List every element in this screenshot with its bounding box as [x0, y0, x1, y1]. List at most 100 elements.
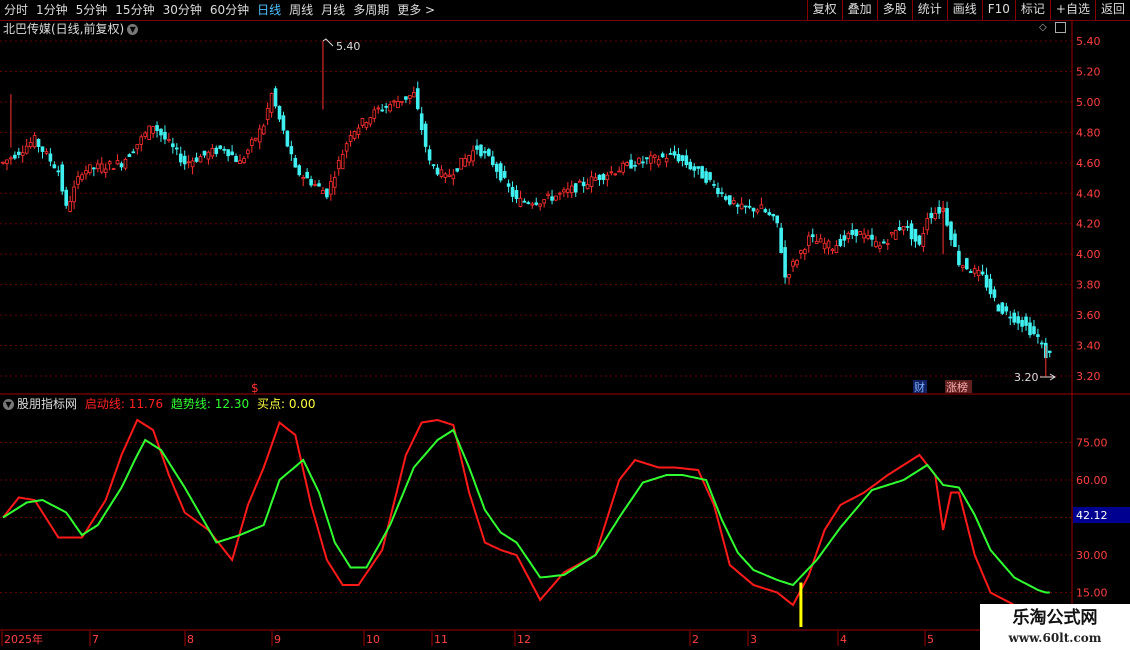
candle-body: [139, 136, 144, 145]
candle-body: [400, 100, 404, 103]
candle-body: [538, 203, 542, 207]
candle-body: [787, 274, 791, 279]
candle-body: [826, 240, 831, 249]
candle-body: [427, 149, 432, 161]
time-label: 8: [187, 633, 194, 646]
candle-body: [68, 200, 72, 212]
candle-body: [494, 163, 499, 172]
candle-body: [550, 196, 554, 201]
candle-body: [893, 230, 898, 240]
candle-body: [182, 155, 187, 165]
candle-body: [870, 234, 874, 240]
candle-body: [135, 144, 140, 150]
candle-body: [664, 158, 669, 163]
candle-body: [305, 171, 309, 179]
candle-body: [882, 241, 886, 244]
candle-body: [728, 195, 732, 205]
candle-body: [431, 164, 436, 167]
candle-body: [423, 123, 428, 147]
candle-body: [810, 234, 815, 238]
candle-body: [609, 171, 614, 174]
candle-body: [652, 154, 657, 159]
candle-body: [13, 154, 17, 159]
candle-body: [696, 166, 700, 169]
badge-cai: 财: [914, 380, 925, 394]
candle-body: [48, 153, 53, 162]
candle-body: [178, 153, 183, 163]
candle-body: [700, 166, 704, 179]
candle-body: [475, 145, 479, 150]
candle-body: [862, 233, 866, 239]
candle-body: [384, 106, 388, 108]
indicator-axis: 75.0060.0045.0030.0015.0042.12: [1073, 437, 1130, 600]
candle-body: [720, 192, 724, 195]
candle-body: [992, 289, 997, 298]
candle-body: [597, 174, 602, 181]
candle-body: [526, 202, 531, 204]
candle-body: [558, 192, 562, 195]
candle-body: [1040, 342, 1044, 345]
indicator-lines: [2, 418, 1050, 627]
candle-body: [419, 113, 424, 130]
candle-body: [277, 105, 282, 120]
candle-body: [131, 151, 136, 154]
candle-body: [443, 173, 448, 178]
candle-body: [909, 223, 914, 240]
candle-body: [325, 188, 329, 198]
candle-body: [115, 160, 120, 165]
candle-body: [649, 155, 653, 164]
candle-body: [763, 209, 768, 213]
candle-body: [289, 146, 294, 155]
candle-body: [767, 212, 772, 216]
candle-body: [222, 148, 227, 151]
candle-body: [735, 204, 740, 207]
candle-body: [5, 159, 9, 164]
candle-body: [234, 155, 238, 162]
candle-body: [822, 242, 827, 250]
price-tick-label: 4.00: [1076, 248, 1101, 261]
price-axis: 5.40 5.20 5.00 4.80 4.60 4.40 4.20 4.00 3.80 3.60…: [1076, 35, 1101, 383]
candle-body: [968, 271, 973, 273]
candle-body: [210, 148, 215, 157]
candle-body: [585, 184, 590, 190]
candle-body: [455, 168, 460, 172]
candle-body: [889, 231, 894, 235]
candle-body: [72, 186, 76, 203]
candle-body: [897, 227, 902, 231]
price-tick-label: 4.20: [1076, 218, 1101, 231]
candle-body: [490, 156, 495, 166]
candle-body: [1016, 316, 1020, 324]
indicator-tick-label: 60.00: [1076, 474, 1108, 487]
high-marker-arrow: [322, 38, 334, 47]
candle-body: [1024, 316, 1028, 326]
candle-body: [364, 122, 369, 129]
candle-body: [238, 160, 242, 164]
candle-body: [257, 128, 262, 143]
candle-body: [858, 231, 862, 235]
candle-body: [976, 270, 981, 276]
candle-body: [617, 170, 621, 173]
candle-body: [530, 203, 535, 206]
candle-body: [921, 233, 926, 247]
candle-body: [945, 208, 949, 226]
candle-body: [415, 88, 420, 110]
candle-body: [854, 229, 858, 237]
candle-body: [483, 150, 487, 154]
candle-body: [1028, 322, 1032, 336]
price-tick-label: 4.80: [1076, 126, 1101, 139]
candle-body: [692, 166, 697, 171]
candle-body: [265, 108, 270, 121]
candle-body: [143, 132, 148, 137]
candle-body: [980, 271, 985, 275]
candle-body: [60, 164, 65, 192]
candle-body: [88, 164, 92, 173]
candle-body: [984, 274, 989, 288]
candle-body: [463, 158, 467, 167]
candle-body: [747, 205, 752, 208]
candle-body: [834, 245, 839, 253]
chart-svg[interactable]: 5.40 5.20 5.00 4.80 4.60 4.40 4.20 4.00 3.80 3.60…: [0, 0, 1130, 650]
time-label: 3: [750, 633, 757, 646]
low-price-label: 3.20: [1014, 371, 1039, 384]
candle-body: [9, 157, 13, 160]
time-label: 10: [366, 633, 380, 646]
